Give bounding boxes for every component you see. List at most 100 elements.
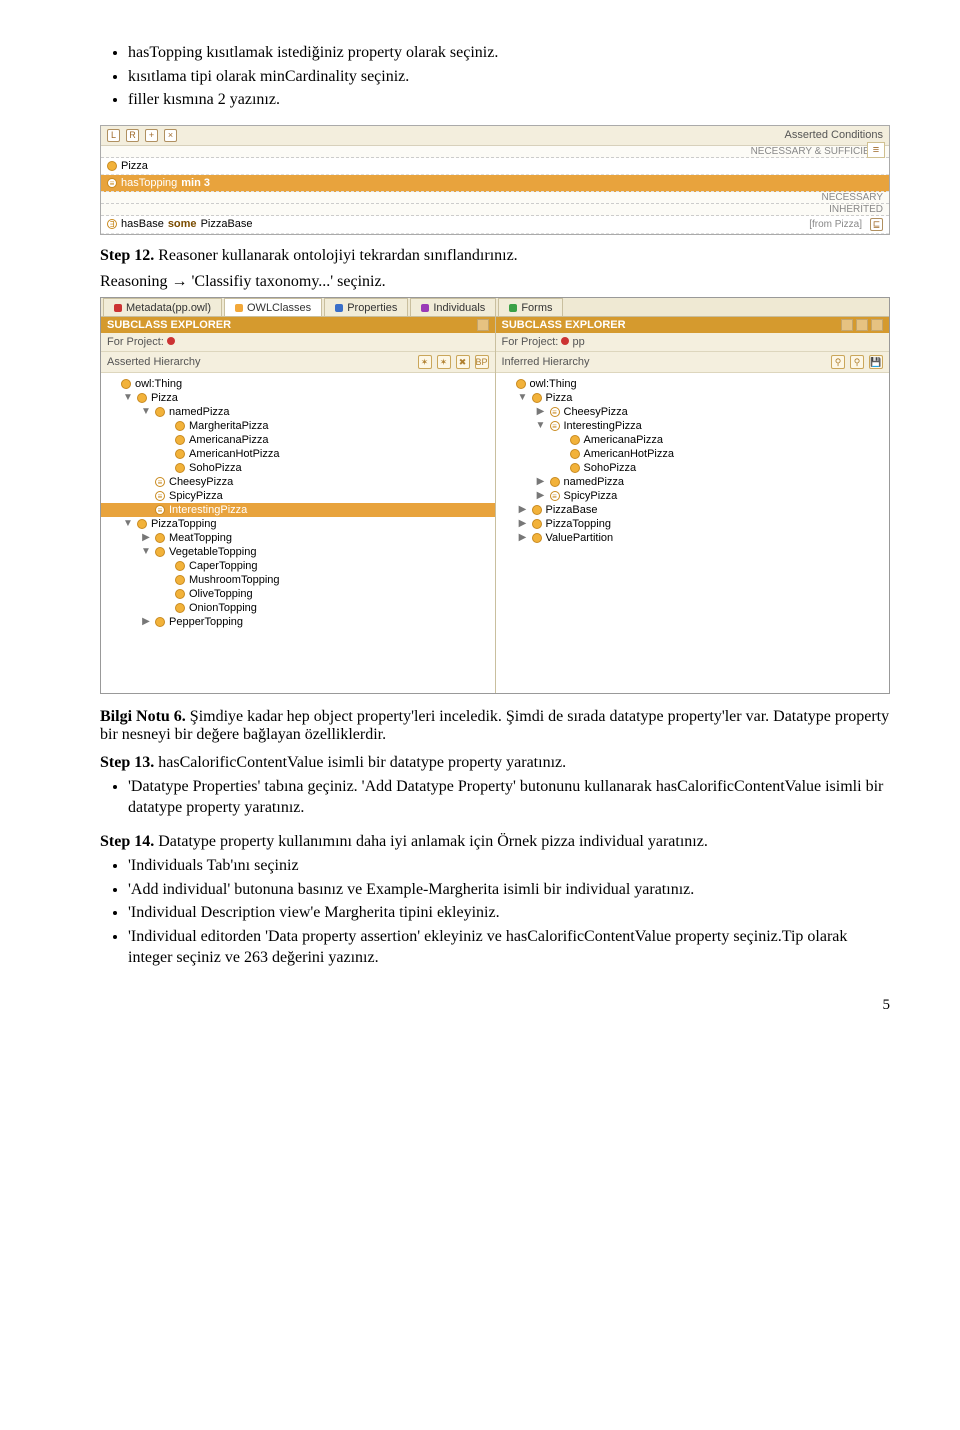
expand-toggle-icon[interactable]: ▼ <box>141 406 151 417</box>
delete-icon[interactable]: ✖ <box>456 355 470 369</box>
tree-node[interactable]: ▼PizzaTopping <box>101 517 495 531</box>
tree-node[interactable]: ▶ ValuePartition <box>496 531 890 545</box>
tree-node[interactable]: ▶SohoPizza <box>496 461 890 475</box>
tree-node[interactable]: ▶≡InterestingPizza <box>101 503 495 517</box>
header-icon[interactable] <box>841 319 853 331</box>
asserted-tree[interactable]: ▶owl:Thing▼Pizza▼namedPizza▶MargheritaPi… <box>101 373 495 693</box>
tree-node[interactable]: ▶AmericanaPizza <box>496 433 890 447</box>
class-icon <box>107 161 117 171</box>
list-item: filler kısmına 2 yazınız. <box>128 89 890 111</box>
class-icon <box>550 477 560 487</box>
equivalent-button[interactable]: ≡ <box>867 142 885 158</box>
expand-toggle-icon[interactable]: ▶ <box>536 490 546 501</box>
goto-icon[interactable]: ⊑ <box>870 218 883 231</box>
tree-node-label: PepperTopping <box>169 616 243 628</box>
delete-icon[interactable]: × <box>164 129 177 142</box>
tree-node[interactable]: ▶MargheritaPizza <box>101 419 495 433</box>
tree-node[interactable]: ▶≡SpicyPizza <box>101 489 495 503</box>
class-icon <box>121 379 131 389</box>
header-icon[interactable] <box>871 319 883 331</box>
tree-node[interactable]: ▶AmericanHotPizza <box>101 447 495 461</box>
tool-icon[interactable]: ⚲ <box>831 355 845 369</box>
add-icon[interactable]: + <box>145 129 158 142</box>
left-panel: SUBCLASS EXPLORER For Project: Asserted … <box>101 317 496 693</box>
header-icon[interactable] <box>856 319 868 331</box>
tab-label: Forms <box>521 302 552 314</box>
add-subclass-icon[interactable]: ✶ <box>418 355 432 369</box>
step-text: Datatype property kullanımını daha iyi a… <box>154 833 708 850</box>
tab-dot-icon <box>235 304 243 312</box>
expand-toggle-icon[interactable]: ▶ <box>141 532 151 543</box>
expand-toggle-icon[interactable]: ▶ <box>536 406 546 417</box>
expand-toggle-icon[interactable]: ▼ <box>123 392 133 403</box>
tree-node[interactable]: ▶MeatTopping <box>101 531 495 545</box>
save-icon[interactable]: 💾 <box>869 355 883 369</box>
expand-toggle-icon[interactable]: ▶ <box>141 616 151 627</box>
tree-node[interactable]: ▶AmericanaPizza <box>101 433 495 447</box>
expand-toggle-icon[interactable]: ▼ <box>141 546 151 557</box>
tree-node[interactable]: ▶owl:Thing <box>496 377 890 391</box>
tree-node[interactable]: ▼Pizza <box>101 391 495 405</box>
tree-node-label: Pizza <box>546 392 573 404</box>
expand-toggle-icon[interactable]: ▶ <box>536 476 546 487</box>
project-dot-icon <box>167 337 175 345</box>
row-text: Pizza <box>121 160 148 172</box>
condition-row-selected[interactable]: ≡ hasTopping min 3 <box>101 175 889 192</box>
tree-node[interactable]: ▶≡SpicyPizza <box>496 489 890 503</box>
tree-node[interactable]: ▶AmericanHotPizza <box>496 447 890 461</box>
tree-node[interactable]: ▶MushroomTopping <box>101 573 495 587</box>
expand-toggle-icon[interactable]: ▼ <box>518 392 528 403</box>
tree-node-label: ValuePartition <box>546 532 614 544</box>
tool-icon[interactable]: ⚲ <box>850 355 864 369</box>
tree-node[interactable]: ▶PizzaBase <box>496 503 890 517</box>
expand-toggle-icon[interactable]: ▼ <box>536 420 546 431</box>
tab-metadata[interactable]: Metadata(pp.owl) <box>103 298 222 316</box>
defined-class-icon: ≡ <box>155 505 165 515</box>
tab-dot-icon <box>335 304 343 312</box>
expand-toggle-icon: ▶ <box>161 560 171 571</box>
class-icon <box>570 435 580 445</box>
tree-node[interactable]: ▶≡CheesyPizza <box>101 475 495 489</box>
panel-header: SUBCLASS EXPLORER <box>496 317 890 333</box>
tree-node[interactable]: ▶≡CheesyPizza <box>496 405 890 419</box>
row-text-bold: some <box>168 218 197 230</box>
expand-toggle-icon[interactable]: ▼ <box>123 518 133 529</box>
tree-node[interactable]: ▼≡InterestingPizza <box>496 419 890 433</box>
tab-forms[interactable]: Forms <box>498 298 563 316</box>
expand-toggle-icon: ▶ <box>161 420 171 431</box>
row-text: hasBase <box>121 218 164 230</box>
row-text-bold: min 3 <box>181 177 210 189</box>
toolbar-icon[interactable]: L <box>107 129 120 142</box>
section-label: NECESSARY <box>101 192 889 204</box>
tree-node[interactable]: ▼ Pizza <box>496 391 890 405</box>
tree-node[interactable]: ▶SohoPizza <box>101 461 495 475</box>
list-item: 'Datatype Properties' tabına geçiniz. 'A… <box>128 776 890 819</box>
tree-node[interactable]: ▶owl:Thing <box>101 377 495 391</box>
top-bullet-list: hasTopping kısıtlamak istediğiniz proper… <box>100 42 890 111</box>
tree-node[interactable]: ▶OliveTopping <box>101 587 495 601</box>
class-icon <box>570 463 580 473</box>
tree-node[interactable]: ▶namedPizza <box>496 475 890 489</box>
tree-node[interactable]: ▶PizzaTopping <box>496 517 890 531</box>
list-item: 'Individual Description view'e Margherit… <box>128 902 890 924</box>
class-icon <box>175 421 185 431</box>
tree-node[interactable]: ▼VegetableTopping <box>101 545 495 559</box>
collapse-icon[interactable] <box>477 319 489 331</box>
expand-toggle-icon[interactable]: ▶ <box>518 504 528 515</box>
tab-individuals[interactable]: Individuals <box>410 298 496 316</box>
condition-row[interactable]: Pizza <box>101 158 889 175</box>
condition-row[interactable]: ∃ hasBase some PizzaBase [from Pizza] ⊑ <box>101 216 889 234</box>
tree-node[interactable]: ▶CaperTopping <box>101 559 495 573</box>
toolbar-icon[interactable]: R <box>126 129 139 142</box>
add-sibling-icon[interactable]: ✶ <box>437 355 451 369</box>
tree-node[interactable]: ▼namedPizza <box>101 405 495 419</box>
tree-node[interactable]: ▶ PepperTopping <box>101 615 495 629</box>
tab-owlclasses[interactable]: OWLClasses <box>224 298 322 316</box>
tree-node[interactable]: ▶OnionTopping <box>101 601 495 615</box>
bp-icon[interactable]: BP <box>475 355 489 369</box>
tab-properties[interactable]: Properties <box>324 298 408 316</box>
inferred-tree[interactable]: ▶owl:Thing▼Pizza▶≡CheesyPizza▼≡Interesti… <box>496 373 890 693</box>
expand-toggle-icon[interactable]: ▶ <box>518 532 528 543</box>
step-14-bullets: 'Individuals Tab'ını seçiniz 'Add indivi… <box>100 855 890 969</box>
expand-toggle-icon[interactable]: ▶ <box>518 518 528 529</box>
